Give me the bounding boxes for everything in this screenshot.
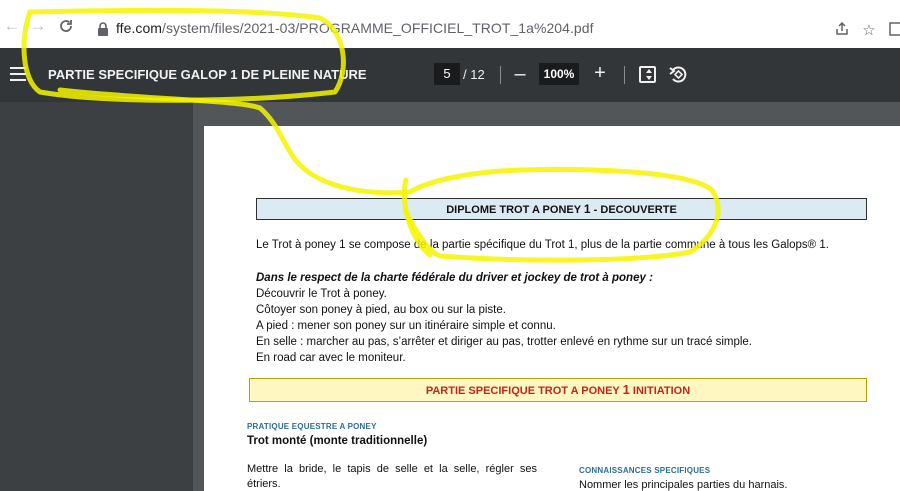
zoom-level-input[interactable]: 100% bbox=[539, 63, 579, 85]
current-page-input[interactable]: 5 bbox=[434, 63, 460, 85]
diploma-title: Diplome trot a poney 1 - Decouverte bbox=[256, 198, 867, 220]
section-title-prefix: Partie specifique trot a poney bbox=[425, 385, 623, 397]
knowledge-text: Nommer les principales parties du harnai… bbox=[579, 479, 788, 491]
document-title: PARTIE SPECIFIQUE GALOP 1 DE PLEINE NATU… bbox=[48, 67, 367, 82]
url-path: /system/files/2021-03/PROGRAMME_OFFICIEL… bbox=[162, 20, 594, 36]
section-title: Partie specifique trot a poney 1 initiat… bbox=[249, 378, 867, 402]
url-text: ffe.com/system/files/2021-03/PROGRAMME_O… bbox=[116, 20, 594, 36]
knowledge-heading: Connaissances specifiques bbox=[579, 466, 711, 475]
objective-line: Côtoyer son poney à pied, au box ou sur … bbox=[256, 304, 506, 316]
objective-line: En road car avec le moniteur. bbox=[256, 352, 406, 364]
reload-icon[interactable] bbox=[56, 16, 76, 36]
practice-heading: Pratique equestre a poney bbox=[247, 422, 377, 431]
browser-toolbar: ← → ffe.com/system/files/2021-03/PROGRAM… bbox=[0, 0, 900, 48]
fit-to-page-icon[interactable] bbox=[639, 66, 656, 83]
star-icon[interactable]: ☆ bbox=[859, 21, 879, 41]
url-host: ffe.com bbox=[116, 20, 163, 36]
intro-paragraph: Le Trot à poney 1 se compose de la parti… bbox=[256, 239, 829, 251]
lock-icon bbox=[98, 22, 108, 36]
tab-icon[interactable] bbox=[886, 21, 900, 41]
objective-line: En selle : marcher au pas, s’arrêter et … bbox=[256, 336, 752, 348]
pdf-page: Diplome trot a poney 1 - Decouverte Le T… bbox=[204, 126, 900, 491]
pdf-toolbar: PARTIE SPECIFIQUE GALOP 1 DE PLEINE NATU… bbox=[0, 48, 900, 102]
toolbar-divider bbox=[624, 66, 625, 84]
menu-icon[interactable] bbox=[10, 67, 26, 81]
forward-arrow-icon[interactable]: → bbox=[28, 16, 48, 36]
charter-heading: Dans le respect de la charte fédérale du… bbox=[256, 272, 653, 284]
objective-line: A pied : mener son poney sur un itinérai… bbox=[256, 320, 556, 332]
practice-text: Mettre la bride, le tapis de selle et la… bbox=[247, 463, 537, 490]
thumbnail-sidebar[interactable] bbox=[0, 102, 193, 491]
diploma-title-number: 1 bbox=[583, 202, 591, 216]
diploma-title-suffix: - Decouverte bbox=[590, 204, 677, 216]
zoom-out-button[interactable]: – bbox=[510, 62, 530, 86]
practice-subheading: Trot monté (monte traditionnelle) bbox=[247, 435, 428, 447]
pdf-viewer: Diplome trot a poney 1 - Decouverte Le T… bbox=[0, 102, 900, 491]
toolbar-divider bbox=[500, 66, 501, 84]
share-icon[interactable] bbox=[832, 21, 852, 41]
zoom-in-button[interactable]: + bbox=[590, 61, 610, 85]
total-pages: / 12 bbox=[463, 67, 485, 82]
diploma-title-prefix: Diplome trot a poney bbox=[446, 204, 584, 216]
address-bar[interactable]: ffe.com/system/files/2021-03/PROGRAMME_O… bbox=[86, 19, 876, 43]
rotate-icon[interactable] bbox=[668, 64, 688, 84]
section-title-suffix: initiation bbox=[629, 385, 691, 397]
back-arrow-icon[interactable]: ← bbox=[2, 16, 22, 36]
section-title-number: 1 bbox=[622, 382, 630, 397]
objective-line: Découvrir le Trot à poney. bbox=[256, 288, 387, 300]
